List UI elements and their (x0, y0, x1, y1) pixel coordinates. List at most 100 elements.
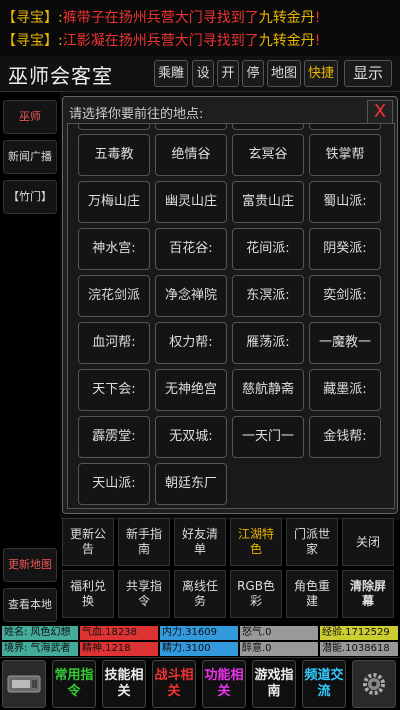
location-button[interactable]: 霹雳堂: (78, 416, 150, 458)
location-button[interactable]: 玄冥谷 (232, 134, 304, 176)
map-button[interactable]: 地图 (267, 60, 301, 87)
bottom-bar: 常用指令 技能相关 战斗相关 功能相关 游戏指南 频道交流 (0, 657, 400, 710)
func-friend-list[interactable]: 好友清单 (174, 518, 226, 566)
common-commands-button[interactable]: 常用指令 (52, 660, 96, 708)
left-btn-bamboo-door[interactable]: 【竹门】 (3, 180, 57, 214)
func-clear-screen[interactable]: 清除屏幕 (342, 570, 394, 618)
location-button[interactable]: 天下会: (78, 369, 150, 411)
func-rebuild-character[interactable]: 角色重建 (286, 570, 338, 618)
location-button[interactable]: 血河帮: (78, 322, 150, 364)
message-end: ! (314, 33, 321, 49)
location-button-stub[interactable] (155, 124, 227, 130)
location-button[interactable]: 阴癸派: (309, 228, 381, 270)
func-offline-tasks[interactable]: 离线任务 (174, 570, 226, 618)
left-btn-view-local[interactable]: 查看本地 (3, 588, 57, 622)
stat-energy: 精力.3100 (160, 642, 238, 656)
location-button[interactable]: 金钱帮: (309, 416, 381, 458)
location-button[interactable]: 权力帮: (155, 322, 227, 364)
location-button[interactable]: 天山派: (78, 463, 150, 505)
location-button[interactable]: 幽灵山庄 (155, 181, 227, 223)
settings-gear-button[interactable] (352, 660, 396, 708)
message-item: 九转金丹 (258, 10, 315, 26)
location-button[interactable]: 无双城: (155, 416, 227, 458)
room-title: 巫师会客室 (8, 64, 113, 88)
stat-hp: 气血.18238 (80, 626, 158, 640)
location-button[interactable]: 百花谷: (155, 228, 227, 270)
input-icon (7, 675, 41, 693)
message-player[interactable]: 江影凝 (63, 33, 105, 49)
location-button[interactable]: 铁掌帮 (309, 134, 381, 176)
location-button[interactable]: 蜀山派: (309, 181, 381, 223)
location-button[interactable]: 净念禅院 (155, 275, 227, 317)
room-header: 巫师会客室 乘雕 设 开 停 地图 快捷 显示 (0, 56, 400, 92)
stat-exp: 经验.1712529 (320, 626, 398, 640)
game-guide-button[interactable]: 游戏指南 (252, 660, 296, 708)
close-button[interactable]: X (367, 100, 393, 124)
message-item: 九转金丹 (258, 33, 315, 49)
location-button[interactable]: 富贵山庄 (232, 181, 304, 223)
message-line: 【寻宝】:裤带子在扬州兵营大门寻找到了九转金丹! (2, 8, 320, 28)
message-tag: 【寻宝】: (2, 10, 63, 26)
func-welfare-redeem[interactable]: 福利兑换 (62, 570, 114, 618)
func-sects-families[interactable]: 门派世家 (286, 518, 338, 566)
location-button[interactable]: 五毒教 (78, 134, 150, 176)
stat-potential: 潜能.1038618 (320, 642, 398, 656)
func-update-notice[interactable]: 更新公告 (62, 518, 114, 566)
func-jianghu-features[interactable]: 江湖特色 (230, 518, 282, 566)
combat-button[interactable]: 战斗相关 (152, 660, 196, 708)
status-panel: 姓名: 风色幻想 气血.18238 内力.31609 怒气.0 经验.17125… (0, 625, 400, 657)
location-button[interactable]: 一天门一 (232, 416, 304, 458)
left-btn-update-map[interactable]: 更新地图 (3, 548, 57, 582)
location-button[interactable]: 万梅山庄 (78, 181, 150, 223)
location-button[interactable]: 花间派: (232, 228, 304, 270)
message-player[interactable]: 裤带子 (63, 10, 105, 26)
location-button[interactable]: 神水宫: (78, 228, 150, 270)
func-newbie-guide[interactable]: 新手指南 (118, 518, 170, 566)
message-line: 【寻宝】:江影凝在扬州兵营大门寻找到了九转金丹! (2, 31, 320, 51)
location-button[interactable]: 东溟派: (232, 275, 304, 317)
settings-button[interactable]: 设 (192, 60, 214, 87)
gear-icon (363, 673, 385, 695)
stat-name: 姓名: 风色幻想 (2, 626, 78, 640)
location-button-stub[interactable] (232, 124, 304, 130)
ride-eagle-button[interactable]: 乘雕 (154, 60, 188, 87)
stat-rage: 怒气.0 (240, 626, 318, 640)
stat-spirit: 精神.1218 (80, 642, 158, 656)
stat-realm: 境界: 气海武者 (2, 642, 78, 656)
functions-button[interactable]: 功能相关 (202, 660, 246, 708)
skills-button[interactable]: 技能相关 (102, 660, 146, 708)
stat-drunk: 醉意.0 (240, 642, 318, 656)
func-shared-commands[interactable]: 共享指令 (118, 570, 170, 618)
start-button[interactable]: 开 (217, 60, 239, 87)
message-text: 在扬州兵营大门寻找到了 (104, 10, 259, 26)
location-button[interactable]: 绝情谷 (155, 134, 227, 176)
left-btn-news[interactable]: 新闻广播 (3, 140, 57, 174)
function-grid: 更新公告 新手指南 好友清单 江湖特色 门派世家 关闭 福利兑换 共享指令 离线… (62, 516, 400, 620)
stop-button[interactable]: 停 (242, 60, 264, 87)
location-button[interactable]: 浣花剑派 (78, 275, 150, 317)
message-text: 在扬州兵营大门寻找到了 (104, 33, 259, 49)
left-column: 巫师 新闻广播 【竹门】 更新地图 查看本地 (0, 92, 60, 622)
func-close[interactable]: 关闭 (342, 518, 394, 566)
location-dialog: 请选择你要前往的地点: X 五毒教 绝情谷 玄冥谷 铁掌帮 万梅山庄 幽灵山庄 … (62, 96, 398, 514)
location-button[interactable]: 无神绝宫 (155, 369, 227, 411)
channel-chat-button[interactable]: 频道交流 (302, 660, 346, 708)
stat-mp: 内力.31609 (160, 626, 238, 640)
func-rgb-colors[interactable]: RGB色彩 (230, 570, 282, 618)
location-button[interactable]: 朝廷东厂 (155, 463, 227, 505)
location-grid[interactable]: 五毒教 绝情谷 玄冥谷 铁掌帮 万梅山庄 幽灵山庄 富贵山庄 蜀山派: 神水宫:… (67, 123, 395, 509)
message-tag: 【寻宝】: (2, 33, 63, 49)
message-feed: 【寻宝】:裤带子在扬州兵营大门寻找到了九转金丹! 【寻宝】:江影凝在扬州兵营大门… (0, 0, 400, 56)
shortcut-button[interactable]: 快捷 (304, 60, 338, 87)
dialog-title: 请选择你要前往的地点: (69, 107, 204, 122)
location-button-stub[interactable] (309, 124, 381, 130)
location-button[interactable]: 一魔教一 (309, 322, 381, 364)
input-button[interactable] (2, 660, 46, 708)
location-button[interactable]: 藏墨派: (309, 369, 381, 411)
location-button[interactable]: 奕剑派: (309, 275, 381, 317)
location-button-stub[interactable] (78, 124, 150, 130)
show-button[interactable]: 显示 (344, 60, 392, 87)
location-button[interactable]: 慈航静斋 (232, 369, 304, 411)
location-button[interactable]: 雁荡派: (232, 322, 304, 364)
left-btn-wizard[interactable]: 巫师 (3, 100, 57, 134)
